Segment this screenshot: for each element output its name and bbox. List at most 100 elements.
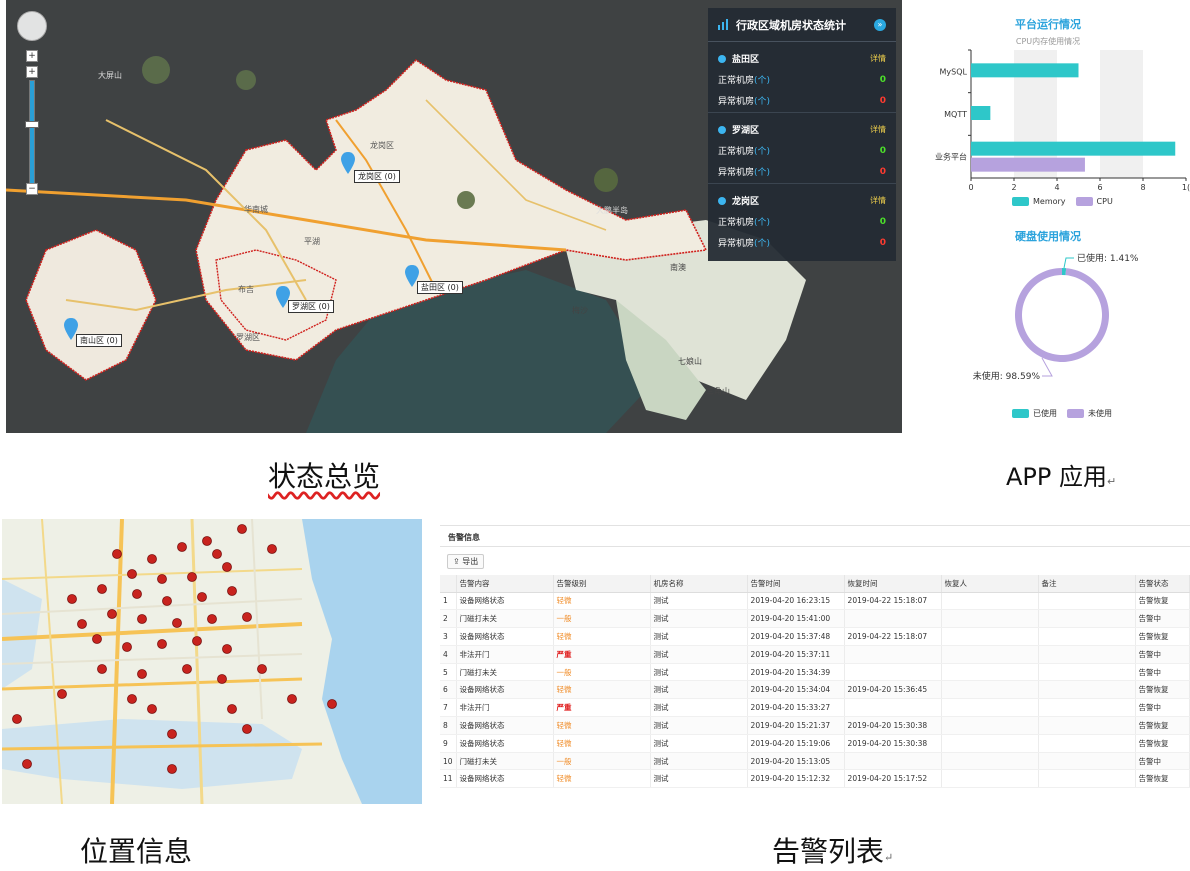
col-header[interactable]: 告警状态 bbox=[1135, 575, 1190, 593]
legend-swatch-used bbox=[1012, 409, 1029, 418]
pin-label-luohu[interactable]: 罗湖区 (0) bbox=[288, 300, 334, 313]
bar-memory[interactable] bbox=[971, 106, 991, 120]
alarm-marker-icon[interactable] bbox=[237, 524, 247, 534]
alarm-marker-icon[interactable] bbox=[327, 699, 337, 709]
alarm-marker-icon[interactable] bbox=[92, 634, 102, 644]
alarm-marker-icon[interactable] bbox=[182, 664, 192, 674]
table-row[interactable]: 1 设备网络状态 轻微 测试 2019-04-20 16:23:15 2019-04-22… bbox=[440, 592, 1190, 611]
alarm-marker-icon[interactable] bbox=[97, 584, 107, 594]
alarm-marker-icon[interactable] bbox=[227, 704, 237, 714]
alarm-marker-icon[interactable] bbox=[217, 674, 227, 684]
alarm-marker-icon[interactable] bbox=[127, 569, 137, 579]
alarm-marker-icon[interactable] bbox=[157, 574, 167, 584]
abnormal-count: 0 bbox=[879, 166, 886, 177]
alarm-marker-icon[interactable] bbox=[222, 562, 232, 572]
location-map[interactable] bbox=[2, 519, 422, 804]
detail-link[interactable]: 详情 bbox=[870, 124, 886, 135]
alarm-marker-icon[interactable] bbox=[242, 612, 252, 622]
cell-level: 轻微 bbox=[553, 734, 651, 753]
cell-time: 2019-04-20 15:21:37 bbox=[747, 716, 845, 735]
bar-memory[interactable] bbox=[971, 63, 1079, 78]
detail-link[interactable]: 详情 bbox=[870, 53, 886, 64]
table-row[interactable]: 10 门磁打未关 一般 测试 2019-04-20 15:13:05 告警中 bbox=[440, 752, 1190, 771]
disk-legend[interactable]: 已使用 未使用 bbox=[1002, 408, 1112, 419]
cell-note bbox=[1038, 769, 1136, 789]
x-tick-label: 4 bbox=[1054, 183, 1059, 192]
alarm-marker-icon[interactable] bbox=[192, 636, 202, 646]
alarm-marker-icon[interactable] bbox=[97, 664, 107, 674]
bar-cpu[interactable] bbox=[971, 157, 1085, 172]
pin-label-longgang[interactable]: 龙岗区 (0) bbox=[354, 170, 400, 183]
alarm-marker-icon[interactable] bbox=[207, 614, 217, 624]
alarm-marker-icon[interactable] bbox=[267, 544, 277, 554]
table-row[interactable]: 6 设备网络状态 轻微 测试 2019-04-20 15:34:04 2019-04-20… bbox=[440, 680, 1190, 700]
col-header[interactable]: 告警内容 bbox=[456, 575, 554, 593]
alarm-marker-icon[interactable] bbox=[147, 554, 157, 564]
alarm-marker-icon[interactable] bbox=[137, 669, 147, 679]
pin-label-yantian[interactable]: 盐田区 (0) bbox=[417, 281, 463, 294]
cell-content: 非法开门 bbox=[456, 698, 554, 718]
pan-control-icon[interactable] bbox=[17, 11, 47, 41]
map-navigation-control[interactable]: + + − bbox=[14, 8, 62, 198]
table-row[interactable]: 3 设备网络状态 轻微 测试 2019-04-20 15:37:48 2019-04-22… bbox=[440, 627, 1190, 646]
district-status-panel: 行政区域机房状态统计 » 盐田区 详情 正常机房(个) 0 异常机房(个) 0 罗湖区… bbox=[708, 8, 896, 261]
alarm-marker-icon[interactable] bbox=[157, 639, 167, 649]
alarm-marker-icon[interactable] bbox=[132, 589, 142, 599]
detail-link[interactable]: 详情 bbox=[870, 195, 886, 206]
alarm-marker-icon[interactable] bbox=[212, 549, 222, 559]
col-header[interactable]: 备注 bbox=[1038, 575, 1136, 593]
table-row[interactable]: 4 非法开门 严重 测试 2019-04-20 15:37:11 告警中 bbox=[440, 645, 1190, 664]
bar-memory[interactable] bbox=[971, 141, 1176, 156]
alarm-marker-icon[interactable] bbox=[257, 664, 267, 674]
zoom-slider-thumb[interactable] bbox=[25, 121, 39, 128]
alarm-marker-icon[interactable] bbox=[147, 704, 157, 714]
col-header[interactable]: 恢复人 bbox=[941, 575, 1039, 593]
export-button[interactable]: ⇪ 导出 bbox=[447, 554, 485, 569]
alarm-marker-icon[interactable] bbox=[112, 549, 122, 559]
table-row[interactable]: 7 非法开门 严重 测试 2019-04-20 15:33:27 告警中 bbox=[440, 698, 1190, 718]
donut-slice-unused[interactable] bbox=[1014, 268, 1109, 362]
alarm-marker-icon[interactable] bbox=[107, 609, 117, 619]
alarm-marker-icon[interactable] bbox=[222, 644, 232, 654]
alarm-marker-icon[interactable] bbox=[122, 642, 132, 652]
alarm-marker-icon[interactable] bbox=[77, 619, 87, 629]
table-row[interactable]: 9 设备网络状态 轻微 测试 2019-04-20 15:19:06 2019-04-20… bbox=[440, 734, 1190, 753]
alarm-marker-icon[interactable] bbox=[162, 596, 172, 606]
alarm-marker-icon[interactable] bbox=[22, 759, 32, 769]
alarm-marker-icon[interactable] bbox=[167, 764, 177, 774]
table-row[interactable]: 5 门磁打未关 一般 测试 2019-04-20 15:34:39 告警中 bbox=[440, 663, 1190, 682]
zoom-in-button-2[interactable]: + bbox=[26, 66, 38, 78]
zoom-out-button[interactable]: − bbox=[26, 183, 38, 195]
table-row[interactable]: 2 门磁打未关 一般 测试 2019-04-20 15:41:00 告警中 bbox=[440, 609, 1190, 629]
alarm-marker-icon[interactable] bbox=[57, 689, 67, 699]
alarm-marker-icon[interactable] bbox=[287, 694, 297, 704]
zoom-slider[interactable] bbox=[29, 80, 35, 188]
col-header[interactable]: 告警时间 bbox=[747, 575, 845, 593]
cell-room: 测试 bbox=[650, 734, 748, 753]
zoom-in-button[interactable]: + bbox=[26, 50, 38, 62]
alarm-marker-icon[interactable] bbox=[177, 542, 187, 552]
alarm-marker-icon[interactable] bbox=[197, 592, 207, 602]
table-row[interactable]: 8 设备网络状态 轻微 测试 2019-04-20 15:21:37 2019-04-20… bbox=[440, 716, 1190, 735]
alarm-marker-icon[interactable] bbox=[127, 694, 137, 704]
map-pin-icon[interactable] bbox=[341, 152, 355, 174]
alarm-marker-icon[interactable] bbox=[12, 714, 22, 724]
alarm-marker-icon[interactable] bbox=[172, 618, 182, 628]
overview-map[interactable]: + + − 龙岗区 (0) 盐田区 (0) 罗湖区 (0) 南山区 (0) 大屏… bbox=[6, 0, 902, 433]
alarm-marker-icon[interactable] bbox=[202, 536, 212, 546]
alarm-marker-icon[interactable] bbox=[167, 729, 177, 739]
collapse-icon[interactable]: » bbox=[874, 18, 886, 31]
table-row[interactable]: 11 设备网络状态 轻微 测试 2019-04-20 15:12:32 2019-04-2… bbox=[440, 769, 1190, 789]
col-header[interactable]: 机房名称 bbox=[650, 575, 748, 593]
alarm-marker-icon[interactable] bbox=[242, 724, 252, 734]
col-header[interactable]: 告警级别 bbox=[553, 575, 651, 593]
cell-recover bbox=[844, 645, 942, 664]
donut-slice-used[interactable] bbox=[1062, 268, 1067, 276]
alarm-marker-icon[interactable] bbox=[227, 586, 237, 596]
alarm-marker-icon[interactable] bbox=[67, 594, 77, 604]
pin-label-nanshan[interactable]: 南山区 (0) bbox=[76, 334, 122, 347]
alarm-marker-icon[interactable] bbox=[137, 614, 147, 624]
alarm-marker-icon[interactable] bbox=[187, 572, 197, 582]
col-header[interactable]: 恢复时间 bbox=[844, 575, 942, 593]
platform-legend[interactable]: Memory CPU bbox=[1002, 197, 1113, 206]
